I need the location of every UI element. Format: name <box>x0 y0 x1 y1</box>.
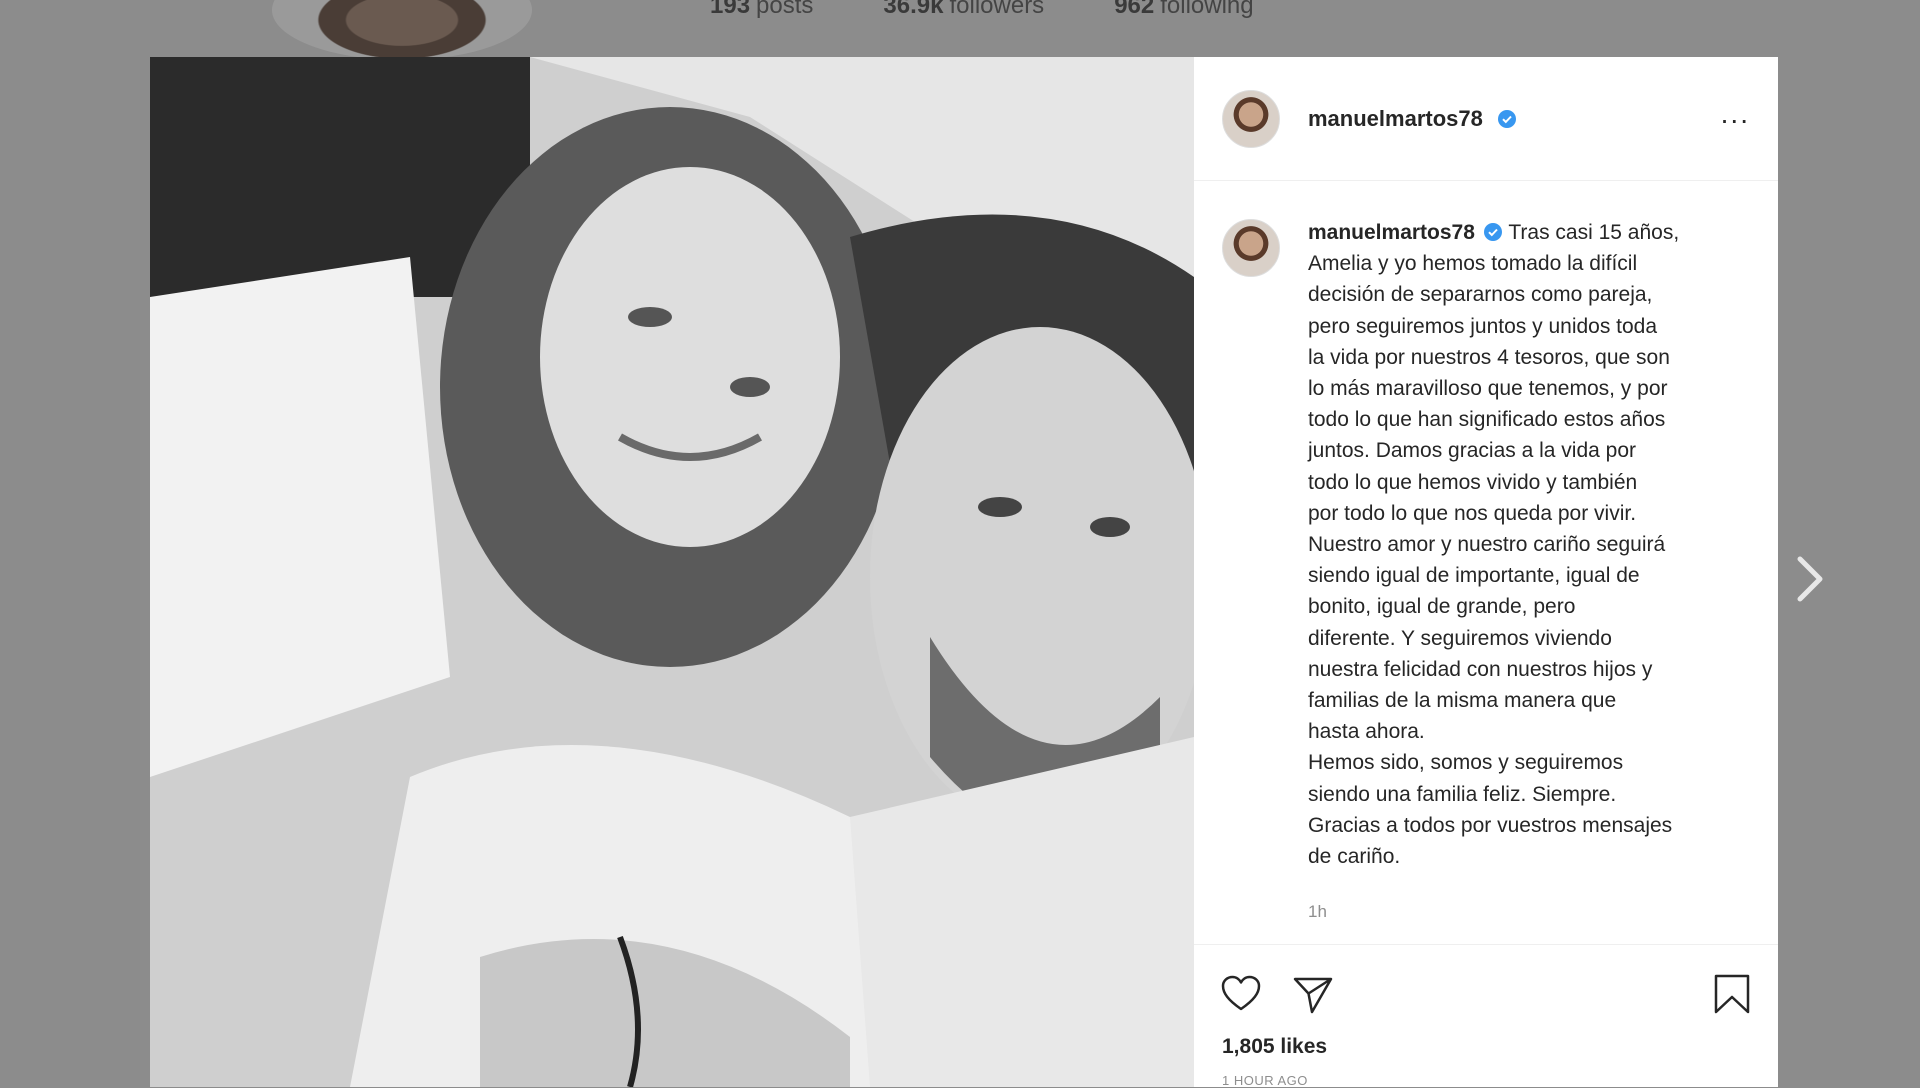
caption-line: Nuestro amor y nuestro cariño seguirá <box>1308 533 1666 557</box>
caption-line: pero seguiremos juntos y unidos toda <box>1308 314 1658 338</box>
bookmark-icon[interactable] <box>1712 973 1752 1015</box>
caption-line: la vida por nuestros 4 tesoros, que son <box>1308 345 1670 369</box>
posts-stat: 193 posts <box>710 0 814 19</box>
caption-line: familias de la misma manera que <box>1308 689 1617 713</box>
caption-line: Amelia y yo hemos tomado la difícil <box>1308 252 1638 276</box>
verified-badge-icon <box>1497 109 1516 128</box>
caption-line: bonito, igual de grande, pero <box>1308 595 1576 619</box>
photo-illustration <box>150 57 1194 1087</box>
caption-line: diferente. Y seguiremos viviendo <box>1308 626 1612 650</box>
caption-timestamp: 1h <box>1308 902 1327 922</box>
caption-line: de cariño. <box>1308 845 1401 869</box>
action-icons <box>1220 973 1334 1015</box>
caption-line: decisión de separarnos como pareja, <box>1308 283 1653 307</box>
author-avatar[interactable] <box>1222 89 1280 148</box>
verified-badge-icon <box>1483 223 1502 241</box>
caption-line: siendo una familia feliz. Siempre. <box>1308 782 1617 806</box>
following-stat[interactable]: 962 following <box>1114 0 1253 20</box>
caption-line: nuestra felicidad con nuestros hijos y <box>1308 657 1653 681</box>
caption-text: manuelmartos78 Tras casi 15 años, Amelia… <box>1308 217 1748 927</box>
caption-username[interactable]: manuelmartos78 <box>1308 221 1475 244</box>
profile-header-backdrop: 193 posts 36.9k followers 962 following <box>0 0 1920 60</box>
caption-line: hasta ahora. <box>1308 720 1425 744</box>
caption-line: todo lo que han significado estos años <box>1308 408 1666 432</box>
caption-author-avatar[interactable] <box>1222 219 1280 277</box>
post-modal: manuelmartos78 ... manuelmartos78 Tras c… <box>150 57 1778 1088</box>
caption-line: por todo lo que nos queda por vivir. <box>1308 501 1637 525</box>
post-time: 1 HOUR AGO <box>1222 1073 1308 1088</box>
chevron-right-icon[interactable] <box>1796 555 1824 603</box>
profile-stats: 193 posts 36.9k followers 962 following <box>710 0 1254 20</box>
post-header: manuelmartos78 ... <box>1194 57 1778 181</box>
more-options-button[interactable]: ... <box>1721 99 1750 138</box>
caption-line: todo lo que hemos vivido y también <box>1308 470 1638 494</box>
caption-line: Hemos sido, somos y seguiremos <box>1308 751 1624 775</box>
paper-plane-icon[interactable] <box>1292 973 1334 1015</box>
heart-icon[interactable] <box>1220 973 1262 1015</box>
author-username[interactable]: manuelmartos78 <box>1308 106 1517 132</box>
caption: manuelmartos78 Tras casi 15 años, Amelia… <box>1222 217 1750 927</box>
post-actions: 1,805 likes 1 HOUR AGO <box>1194 944 1778 1088</box>
caption-line: manuelmartos78 Tras casi 15 años, <box>1308 221 1680 244</box>
followers-stat[interactable]: 36.9k followers <box>883 0 1044 20</box>
profile-avatar <box>272 0 532 60</box>
post-photo <box>150 57 1194 1087</box>
caption-line: Gracias a todos por vuestros mensajes <box>1308 813 1673 837</box>
caption-line: siendo igual de importante, igual de <box>1308 564 1640 588</box>
caption-line: juntos. Damos gracias a la vida por <box>1308 439 1636 463</box>
post-details-panel: manuelmartos78 ... manuelmartos78 Tras c… <box>1194 57 1778 1088</box>
caption-line: lo más maravilloso que tenemos, y por <box>1308 377 1668 401</box>
likes-count[interactable]: 1,805 likes <box>1222 1035 1327 1059</box>
